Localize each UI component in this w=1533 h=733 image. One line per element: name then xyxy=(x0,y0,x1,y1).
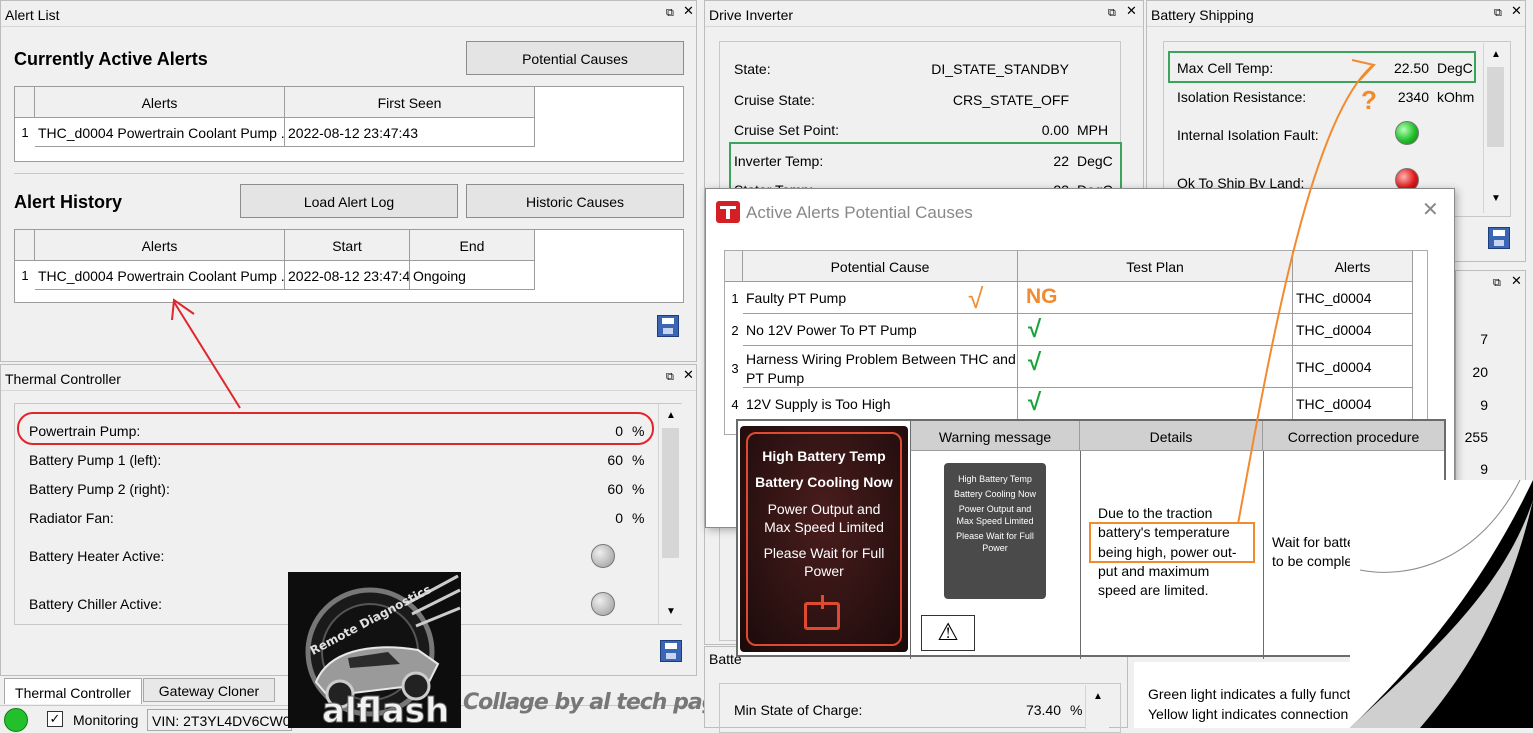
page-curl xyxy=(1350,480,1533,728)
orange-arrow xyxy=(1237,65,1373,525)
orange-arrowhead xyxy=(1351,59,1376,81)
annotation-arrows xyxy=(171,59,1376,525)
red-arrow xyxy=(173,301,241,409)
